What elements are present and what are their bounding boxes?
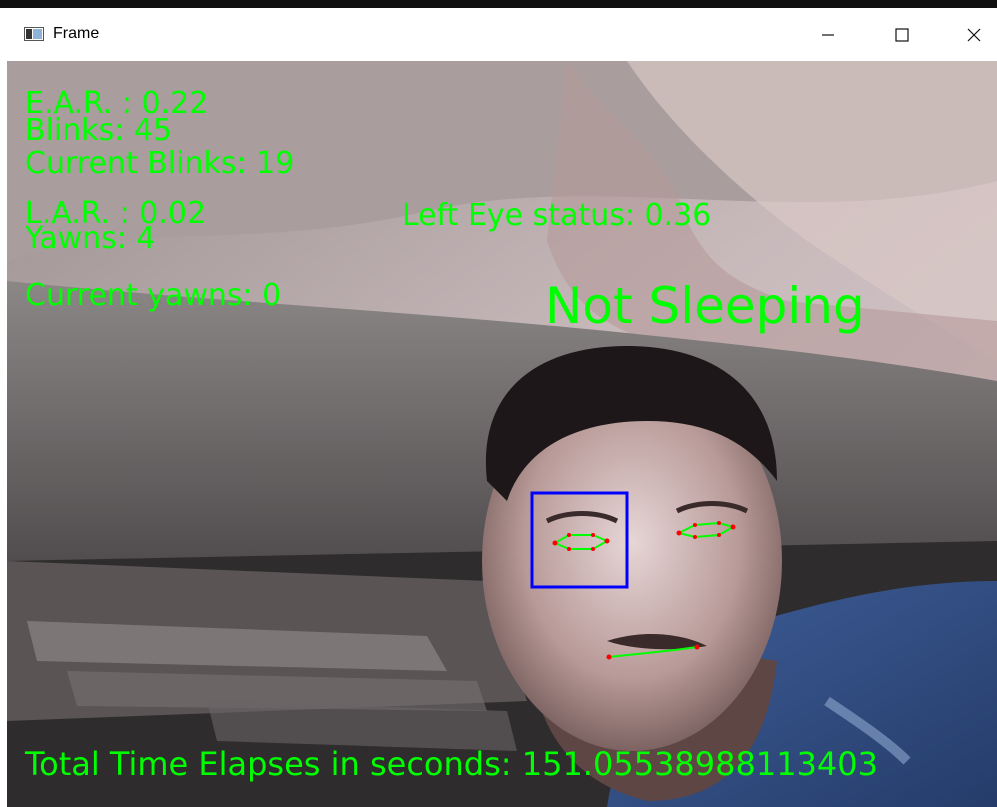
desktop-top-strip xyxy=(0,0,997,8)
yawns-readout: Yawns: 4 xyxy=(24,221,156,256)
left-eye-status-readout: Left Eye status: 0.36 xyxy=(402,198,711,233)
close-button[interactable] xyxy=(951,18,997,52)
elapsed-time-readout: Total Time Elapses in seconds: 151.05538… xyxy=(24,745,878,783)
sleep-status: Not Sleeping xyxy=(545,277,865,335)
close-icon xyxy=(967,28,981,42)
detection-overlay: E.A.R. : 0.22 Blinks: 45 Current Blinks:… xyxy=(24,86,878,783)
title-bar[interactable]: Frame xyxy=(7,8,997,61)
right-eye-landmarks xyxy=(552,534,610,550)
left-eye-landmarks xyxy=(676,521,736,539)
minimize-icon xyxy=(822,34,834,36)
blinks-readout: Blinks: 45 xyxy=(25,113,172,148)
app-icon xyxy=(24,27,44,41)
frame-window: Frame E.A.R.: 0.22 Blinks: 45 Current B… xyxy=(7,8,997,807)
window-title: Frame xyxy=(53,25,100,42)
current-yawns-readout: Current yawns: 0 xyxy=(25,278,281,313)
minimize-button[interactable] xyxy=(805,18,851,52)
camera-frame: E.A.R. : 0.22 Blinks: 45 Current Blinks:… xyxy=(7,61,997,807)
right-eye-box xyxy=(530,491,629,589)
maximize-icon xyxy=(895,28,909,42)
maximize-button[interactable] xyxy=(879,18,925,52)
current-blinks-readout: Current Blinks: 19 xyxy=(25,146,294,181)
mouth-landmarks xyxy=(608,646,698,658)
